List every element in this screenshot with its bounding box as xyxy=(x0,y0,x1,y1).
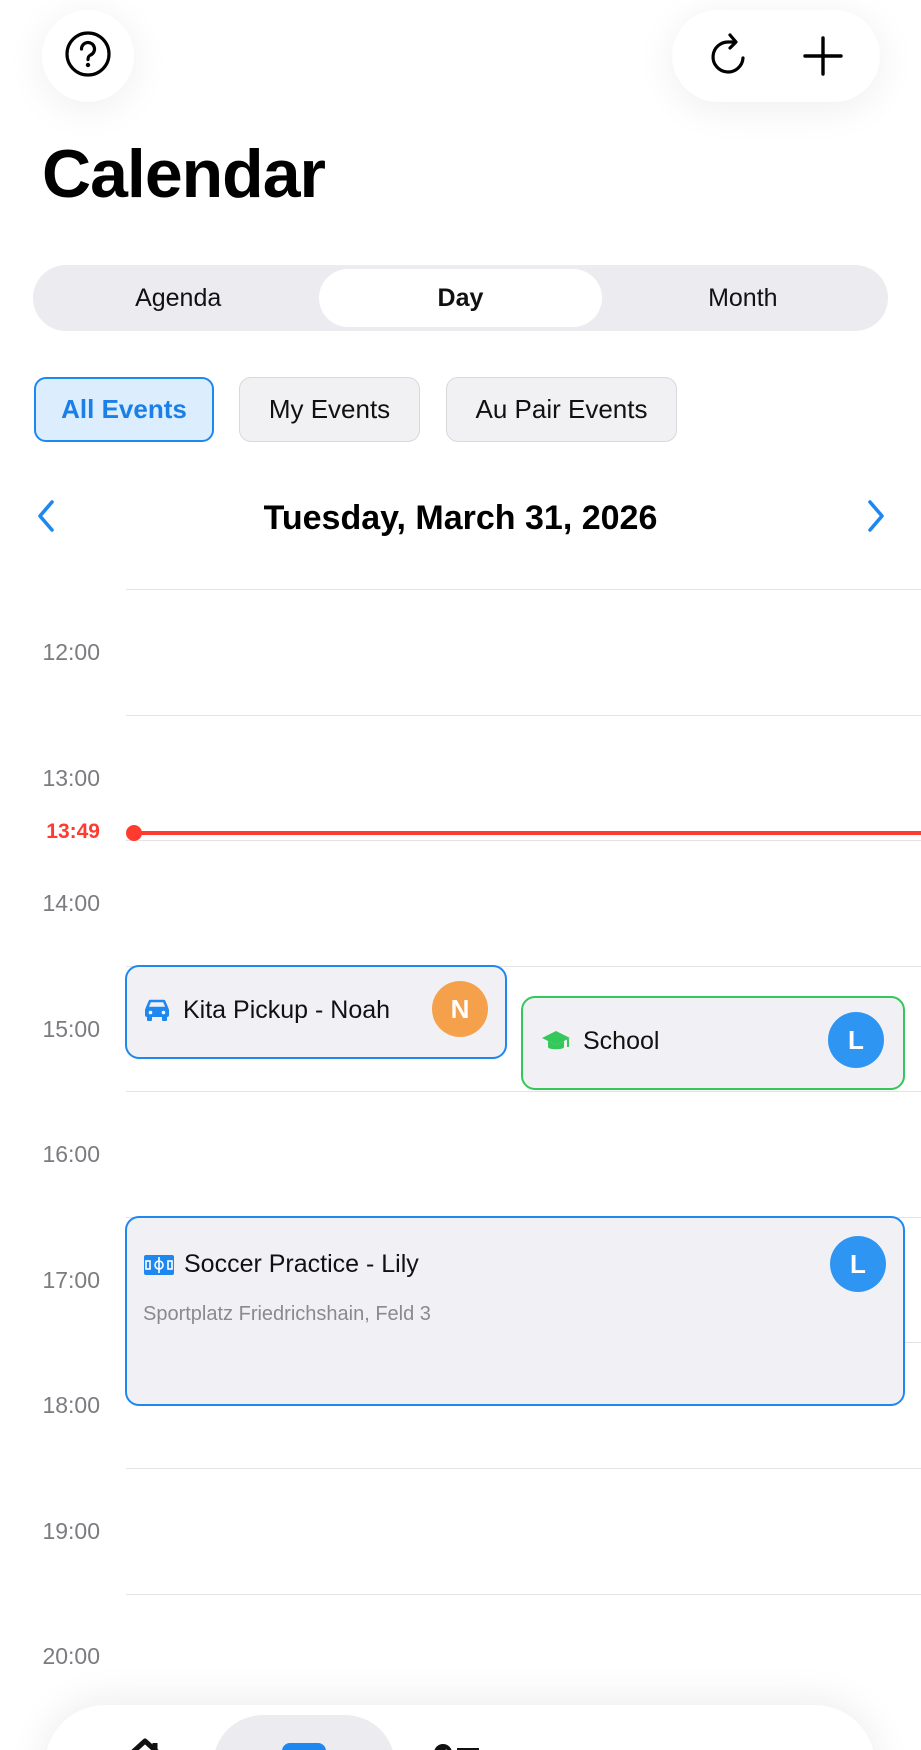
event-title: Soccer Practice - Lily xyxy=(184,1250,419,1278)
avatar: L xyxy=(828,1012,884,1068)
plus-icon[interactable] xyxy=(788,21,858,91)
help-button[interactable] xyxy=(42,10,134,102)
hour-label: 20:00 xyxy=(42,1643,100,1669)
event-title: School xyxy=(583,1027,660,1055)
filter-my-events[interactable]: My Events xyxy=(239,377,420,442)
event-location: Sportplatz Friedrichshain, Feld 3 xyxy=(143,1303,431,1325)
hour-label: 14:00 xyxy=(42,890,100,916)
cart-icon[interactable] xyxy=(585,1733,645,1750)
hour-label: 17:00 xyxy=(42,1267,100,1293)
date-title: Tuesday, March 31, 2026 xyxy=(263,499,658,537)
grid-line xyxy=(126,1468,921,1469)
event-kita-pickup[interactable]: Kita Pickup - Noah N xyxy=(125,965,507,1059)
hour-label: 16:00 xyxy=(42,1141,100,1167)
avatar: N xyxy=(432,981,488,1037)
hour-label: 19:00 xyxy=(42,1518,100,1544)
grid-line xyxy=(126,1091,921,1092)
tab-agenda[interactable]: Agenda xyxy=(37,269,319,327)
hour-label: 15:00 xyxy=(42,1016,100,1042)
messages-icon[interactable] xyxy=(735,1733,795,1750)
current-time-line xyxy=(134,831,921,835)
calendar-icon[interactable] xyxy=(274,1733,334,1750)
filter-au-pair-events[interactable]: Au Pair Events xyxy=(446,377,677,442)
avatar: L xyxy=(830,1236,886,1292)
event-soccer-practice[interactable]: Soccer Practice - Lily Sportplatz Friedr… xyxy=(125,1216,905,1406)
header-actions xyxy=(672,10,880,102)
car-icon xyxy=(143,997,171,1023)
tab-day[interactable]: Day xyxy=(319,269,602,327)
chevron-right-icon xyxy=(865,498,887,539)
home-icon[interactable] xyxy=(115,1733,175,1750)
page-title: Calendar xyxy=(42,136,326,212)
grid-line xyxy=(126,840,921,841)
current-time-label: 13:49 xyxy=(46,820,100,843)
bottom-tab-bar xyxy=(45,1705,875,1750)
hour-label: 18:00 xyxy=(42,1392,100,1418)
tasks-icon[interactable] xyxy=(425,1733,485,1750)
filter-all-events[interactable]: All Events xyxy=(34,377,214,442)
graduation-cap-icon xyxy=(541,1028,571,1054)
view-segmented-control: Agenda Day Month xyxy=(33,265,888,331)
tab-month[interactable]: Month xyxy=(602,269,884,327)
hour-label: 13:00 xyxy=(42,765,100,791)
event-title: Kita Pickup - Noah xyxy=(183,996,391,1024)
refresh-icon[interactable] xyxy=(694,21,764,91)
grid-line xyxy=(126,589,921,590)
soccer-field-icon xyxy=(144,1254,174,1276)
grid-line xyxy=(126,1594,921,1595)
hour-label: 12:00 xyxy=(42,639,100,665)
question-circle-icon xyxy=(64,30,112,83)
event-school[interactable]: School L xyxy=(521,996,905,1090)
next-day-button[interactable] xyxy=(856,496,896,540)
grid-line xyxy=(126,715,921,716)
